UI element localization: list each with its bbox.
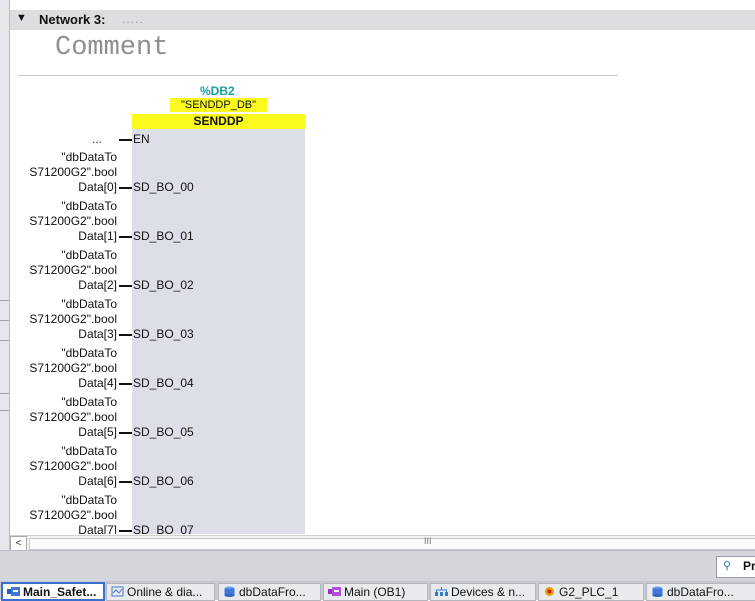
scrollbar-thumb[interactable] bbox=[29, 538, 755, 550]
network-header[interactable]: ▼ Network 3: ..... bbox=[10, 10, 755, 30]
inspector-bar bbox=[0, 550, 755, 581]
input-operand[interactable]: "dbDataTo S71200G2".bool Data[5] bbox=[29, 395, 117, 440]
taskbar-item-g2-plc-1[interactable]: G2_PLC_1 bbox=[538, 583, 644, 601]
instance-db-name[interactable]: "SENDDP_DB" bbox=[170, 98, 267, 112]
taskbar-item-dbdatafrom-2[interactable]: dbDataFro... bbox=[646, 583, 755, 601]
input-pin-label: SD_BO_00 bbox=[133, 180, 194, 194]
network-title-placeholder[interactable]: ..... bbox=[122, 12, 144, 26]
input-pin-label: SD_BO_03 bbox=[133, 327, 194, 341]
properties-tab-label: Pr bbox=[743, 559, 755, 573]
input-connection-line bbox=[119, 481, 132, 483]
input-connection-line bbox=[119, 334, 132, 336]
properties-tab[interactable]: ⚲ Pr bbox=[716, 556, 755, 578]
input-operand[interactable]: "dbDataTo S71200G2".bool Data[0] bbox=[29, 150, 117, 195]
input-connection-line bbox=[119, 187, 132, 189]
devices-networks-icon bbox=[435, 587, 448, 596]
panel-divider bbox=[0, 300, 9, 301]
panel-divider bbox=[0, 320, 9, 321]
plc-status-icon bbox=[545, 587, 554, 596]
panel-divider bbox=[0, 340, 9, 341]
collapse-caret-icon[interactable]: ▼ bbox=[16, 12, 27, 24]
instance-db-address: %DB2 bbox=[200, 84, 235, 98]
data-block-icon bbox=[652, 586, 663, 597]
input-connection-line bbox=[119, 236, 132, 238]
input-connection-line bbox=[119, 432, 132, 434]
input-operand[interactable]: "dbDataTo S71200G2".bool Data[3] bbox=[29, 297, 117, 342]
input-operand[interactable]: "dbDataTo S71200G2".bool Data[4] bbox=[29, 346, 117, 391]
network-title: Network 3: bbox=[39, 12, 106, 27]
input-connection-line bbox=[119, 383, 132, 385]
input-pin-label: SD_BO_02 bbox=[133, 278, 194, 292]
ob-block-icon bbox=[7, 587, 20, 596]
taskbar-item-devices-networks[interactable]: Devices & n... bbox=[430, 583, 536, 601]
comment-separator bbox=[18, 75, 618, 76]
input-operand[interactable]: "dbDataTo S71200G2".bool Data[6] bbox=[29, 444, 117, 489]
function-block-title[interactable]: SENDDP bbox=[132, 114, 305, 129]
en-connection-line bbox=[119, 139, 132, 141]
fbd-editor[interactable]: ▼ Network 3: ..... Comment %DB2 "SENDDP_… bbox=[10, 0, 755, 534]
taskbar-item-online-diagnostics[interactable]: Online & dia... bbox=[106, 583, 215, 601]
editor-taskbar: Main_Safet... Online & dia... dbDataFro.… bbox=[0, 581, 755, 601]
panel-divider bbox=[0, 393, 9, 394]
input-pin-label: SD_BO_06 bbox=[133, 474, 194, 488]
taskbar-item-dbdatafrom-1[interactable]: dbDataFro... bbox=[218, 583, 321, 601]
function-block-box[interactable] bbox=[132, 114, 305, 534]
input-connection-line bbox=[119, 530, 132, 532]
scrollbar-grip: III bbox=[424, 536, 432, 546]
taskbar-item-main-ob1[interactable]: Main (OB1) bbox=[323, 583, 428, 601]
left-panel-edge[interactable] bbox=[0, 0, 10, 580]
input-pin-label: SD_BO_01 bbox=[133, 229, 194, 243]
magnifier-icon: ⚲ bbox=[723, 560, 732, 572]
scroll-left-icon[interactable]: < bbox=[10, 536, 27, 551]
online-diagnostics-icon bbox=[111, 586, 124, 597]
input-operand[interactable]: "dbDataTo S71200G2".bool Data[1] bbox=[29, 199, 117, 244]
input-operand[interactable]: "dbDataTo S71200G2".bool Data[2] bbox=[29, 248, 117, 293]
data-block-icon bbox=[224, 586, 235, 597]
en-pin-label: EN bbox=[133, 132, 150, 146]
horizontal-scrollbar[interactable]: < III bbox=[10, 535, 755, 551]
input-pin-label: SD_BO_05 bbox=[133, 425, 194, 439]
panel-divider bbox=[0, 410, 9, 411]
en-operand[interactable]: ... bbox=[92, 132, 102, 146]
input-connection-line bbox=[119, 285, 132, 287]
taskbar-item-main-safety[interactable]: Main_Safet... bbox=[1, 582, 105, 601]
input-operand[interactable]: "dbDataTo S71200G2".bool Data[7] bbox=[29, 493, 117, 534]
input-pin-label: SD_BO_04 bbox=[133, 376, 194, 390]
network-comment[interactable]: Comment bbox=[55, 33, 168, 63]
input-pin-label: SD_BO_07 bbox=[133, 523, 194, 534]
ob-block-icon bbox=[328, 587, 341, 596]
